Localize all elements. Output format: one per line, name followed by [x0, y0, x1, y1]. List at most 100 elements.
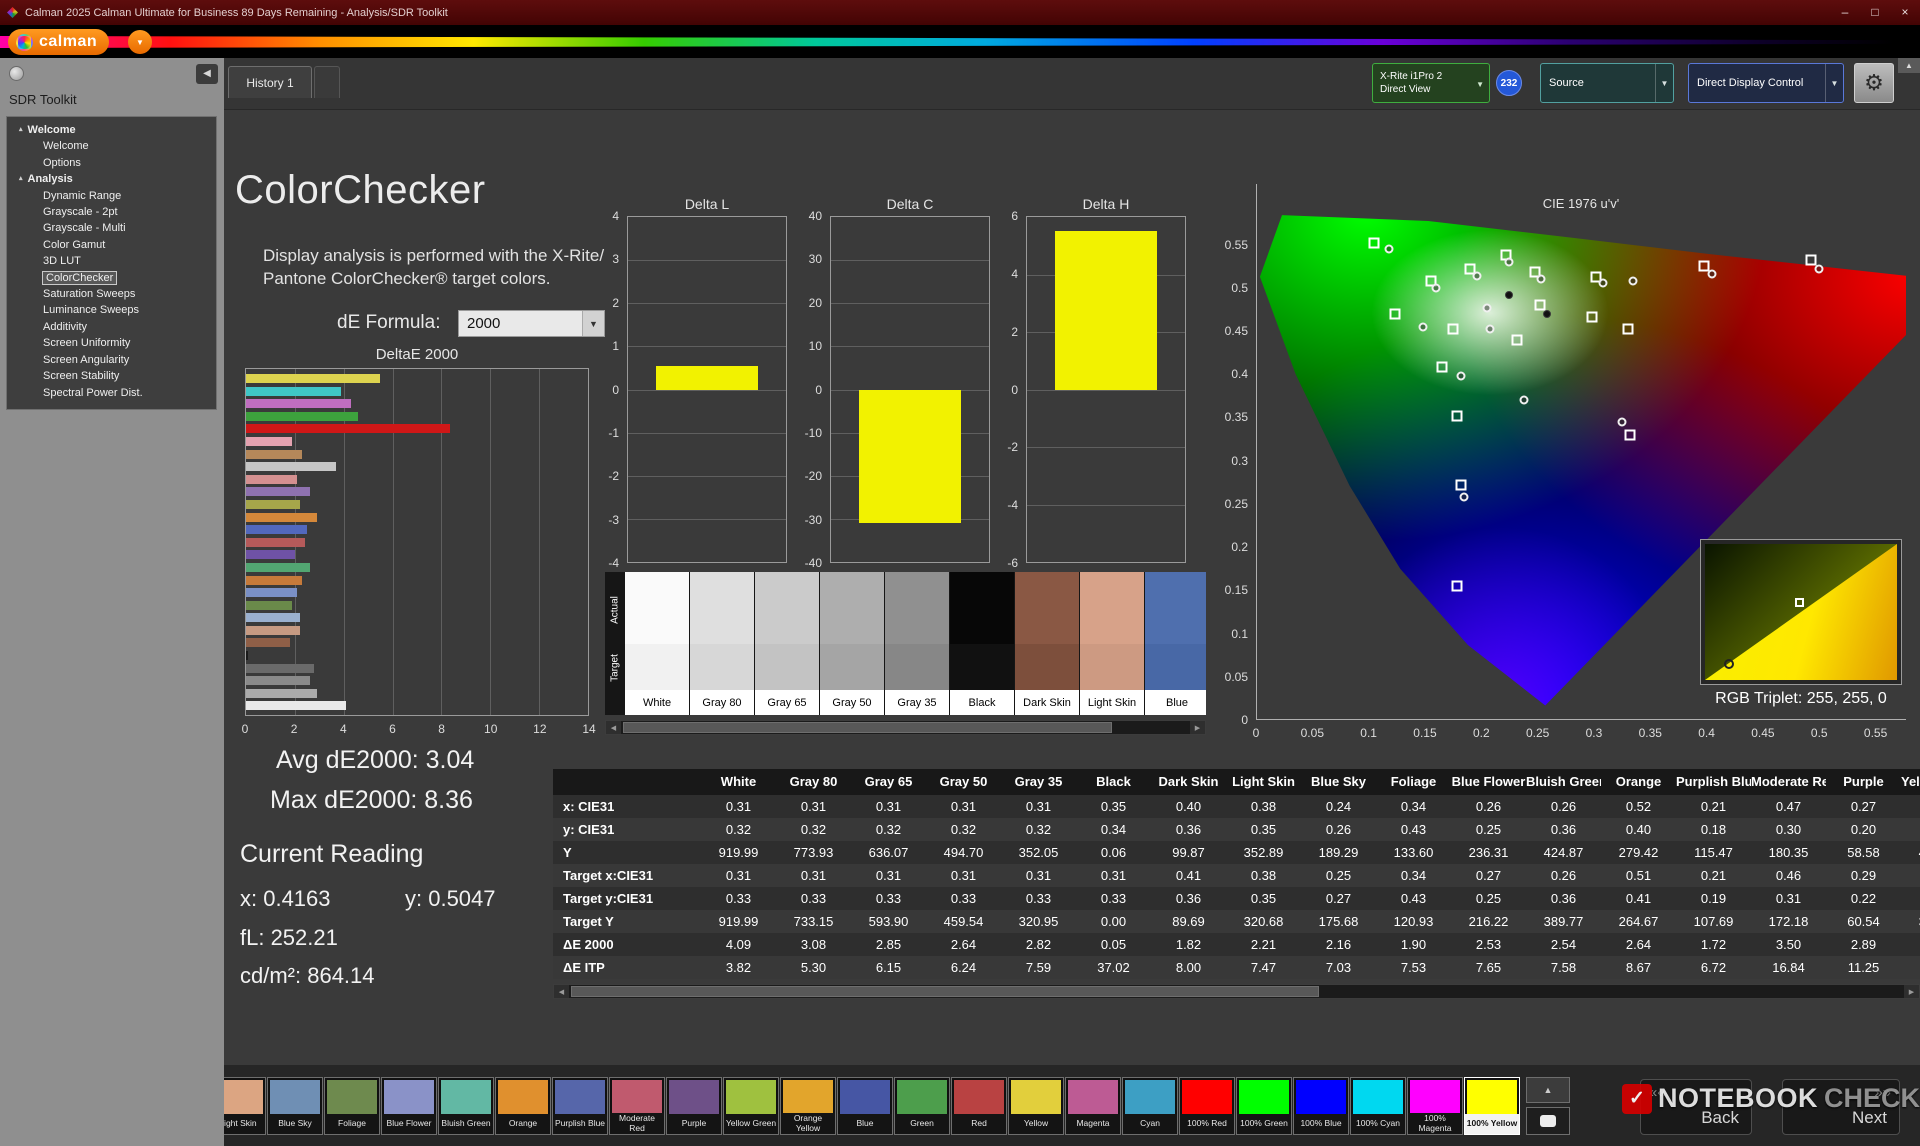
scroll-right-icon[interactable]: ▶ — [1190, 721, 1205, 734]
tree-item-color-gamut[interactable]: Color Gamut — [7, 237, 216, 253]
cie-point-square — [1586, 312, 1597, 323]
table-cell: 0.32 — [701, 818, 776, 841]
calman-logo[interactable]: calman — [8, 29, 109, 55]
tree-item-grayscale-2pt[interactable]: Grayscale - 2pt — [7, 204, 216, 220]
tree-item-grayscale-multi[interactable]: Grayscale - Multi — [7, 220, 216, 236]
display-control-dropdown[interactable]: Direct Display Control ▼ — [1688, 63, 1844, 103]
tree-item-screen-stability[interactable]: Screen Stability — [7, 368, 216, 384]
deltae-bar — [246, 576, 302, 585]
patch-button-100-magenta[interactable]: 100% Magenta — [1407, 1077, 1463, 1135]
scrollbar-track[interactable] — [621, 721, 1190, 734]
swatch-scrollbar[interactable]: ◀ ▶ — [605, 720, 1206, 735]
patch-button-100-blue[interactable]: 100% Blue — [1293, 1077, 1349, 1135]
de-formula-dropdown[interactable]: 2000 ▼ — [458, 310, 605, 337]
patch-button-orange[interactable]: Orange — [495, 1077, 551, 1135]
table-cell: 0.35 — [1226, 818, 1301, 841]
deltae-bar — [246, 626, 300, 635]
patch-button-magenta[interactable]: Magenta — [1065, 1077, 1121, 1135]
source-dropdown[interactable]: Source ▼ — [1540, 63, 1674, 103]
chevron-down-icon: ▼ — [1476, 78, 1484, 91]
maximize-icon[interactable]: □ — [1860, 0, 1890, 25]
patch-button-blue-sky[interactable]: Blue Sky — [267, 1077, 323, 1135]
swatch-target — [690, 644, 754, 690]
minimize-icon[interactable]: – — [1830, 0, 1860, 25]
tree-item-spectral-power-dist[interactable]: Spectral Power Dist. — [7, 385, 216, 401]
tree-item-saturation-sweeps[interactable]: Saturation Sweeps — [7, 286, 216, 302]
patch-button-cyan[interactable]: Cyan — [1122, 1077, 1178, 1135]
patch-label: Blue Sky — [268, 1114, 322, 1134]
tree-item-screen-angularity[interactable]: Screen Angularity — [7, 352, 216, 368]
deltae-bar — [246, 550, 295, 559]
patch-button-blue-flower[interactable]: Blue Flower — [381, 1077, 437, 1135]
tree-item-welcome[interactable]: Welcome — [7, 138, 216, 154]
patch-button-bluish-green[interactable]: Bluish Green — [438, 1077, 494, 1135]
table-cell: 236.31 — [1451, 841, 1526, 864]
scroll-left-icon[interactable]: ◀ — [554, 985, 569, 998]
tree-item-colorchecker[interactable]: ColorChecker — [7, 270, 216, 286]
patch-button-light-skin[interactable]: Light Skin — [224, 1077, 266, 1135]
tab-history-1[interactable]: History 1 — [228, 66, 312, 98]
collapse-toolbar-icon[interactable]: ▲ — [1898, 58, 1920, 73]
expand-arrow-icon[interactable]: ▴ — [19, 175, 23, 182]
meter-dropdown[interactable]: X-Rite i1Pro 2 Direct View ▼ — [1372, 63, 1490, 103]
patch-button-100-yellow[interactable]: 100% Yellow — [1464, 1077, 1520, 1135]
next-button[interactable]: »» Next — [1782, 1079, 1900, 1135]
gridline — [831, 346, 989, 347]
patch-button-yellow-green[interactable]: Yellow Green — [723, 1077, 779, 1135]
table-cell: 459.54 — [926, 910, 1001, 933]
patch-button-purplish-blue[interactable]: Purplish Blue — [552, 1077, 608, 1135]
collapse-sidebar-icon[interactable]: ◀ — [196, 64, 218, 84]
tree-item-welcome[interactable]: ▴Welcome — [7, 122, 216, 138]
chevron-down-icon[interactable]: ▼ — [1655, 64, 1673, 102]
scroll-left-icon[interactable]: ◀ — [606, 721, 621, 734]
tree-item-label: Screen Stability — [43, 370, 119, 382]
patch-button-foliage[interactable]: Foliage — [324, 1077, 380, 1135]
table-cell: 0.20 — [1826, 818, 1901, 841]
cie-point-square — [1451, 410, 1462, 421]
back-button[interactable]: «« Back — [1640, 1079, 1752, 1135]
tree-item-additivity[interactable]: Additivity — [7, 319, 216, 335]
tree-item-screen-uniformity[interactable]: Screen Uniformity — [7, 335, 216, 351]
expand-arrow-icon[interactable]: ▴ — [19, 126, 23, 133]
table-scrollbar[interactable]: ◀ ▶ — [553, 984, 1920, 999]
patch-button-100-cyan[interactable]: 100% Cyan — [1350, 1077, 1406, 1135]
settings-button[interactable]: ⚙ — [1854, 63, 1894, 103]
scrollbar-track[interactable] — [569, 985, 1904, 998]
gridline — [628, 390, 786, 391]
patch-label: Foliage — [325, 1114, 379, 1134]
x-tick-label: 12 — [533, 722, 546, 736]
chevron-down-icon[interactable]: ▼ — [1825, 64, 1843, 102]
expand-panel-icon[interactable]: ▲ — [1526, 1077, 1570, 1103]
patch-button-orange-yellow[interactable]: Orange Yellow — [780, 1077, 836, 1135]
patch-label: Blue — [838, 1114, 892, 1134]
tree-item-luminance-sweeps[interactable]: Luminance Sweeps — [7, 302, 216, 318]
close-icon[interactable]: × — [1890, 0, 1920, 25]
patch-button-blue[interactable]: Blue — [837, 1077, 893, 1135]
scrollbar-thumb[interactable] — [623, 722, 1112, 733]
table-cell: 120.93 — [1376, 910, 1451, 933]
fullfield-pattern-button[interactable] — [1526, 1107, 1570, 1135]
gridline — [628, 519, 786, 520]
logo-menu-arrow-icon[interactable]: ▼ — [128, 30, 152, 54]
patch-button-green[interactable]: Green — [894, 1077, 950, 1135]
tree-item-options[interactable]: Options — [7, 155, 216, 171]
deltae-bar — [246, 399, 351, 408]
scrollbar-thumb[interactable] — [571, 986, 1319, 997]
patch-button-moderate-red[interactable]: Moderate Red — [609, 1077, 665, 1135]
patch-button-100-red[interactable]: 100% Red — [1179, 1077, 1235, 1135]
tree-item-analysis[interactable]: ▴Analysis — [7, 171, 216, 187]
patch-button-red[interactable]: Red — [951, 1077, 1007, 1135]
gridline — [831, 303, 989, 304]
y-tick-label: 2 — [1011, 325, 1018, 339]
tree-item-dynamic-range[interactable]: Dynamic Range — [7, 188, 216, 204]
scroll-right-icon[interactable]: ▶ — [1904, 985, 1919, 998]
table-cell: 0.36 — [1526, 818, 1601, 841]
tab-stub[interactable] — [314, 66, 340, 98]
table-cell: 0.36 — [1151, 818, 1226, 841]
patch-button-purple[interactable]: Purple — [666, 1077, 722, 1135]
patch-button-yellow[interactable]: Yellow — [1008, 1077, 1064, 1135]
patch-button-100-green[interactable]: 100% Green — [1236, 1077, 1292, 1135]
tree-item-3d-lut[interactable]: 3D LUT — [7, 253, 216, 269]
sidebar-pin-icon[interactable] — [9, 66, 24, 81]
delta-h-title: Delta H — [1026, 196, 1186, 212]
